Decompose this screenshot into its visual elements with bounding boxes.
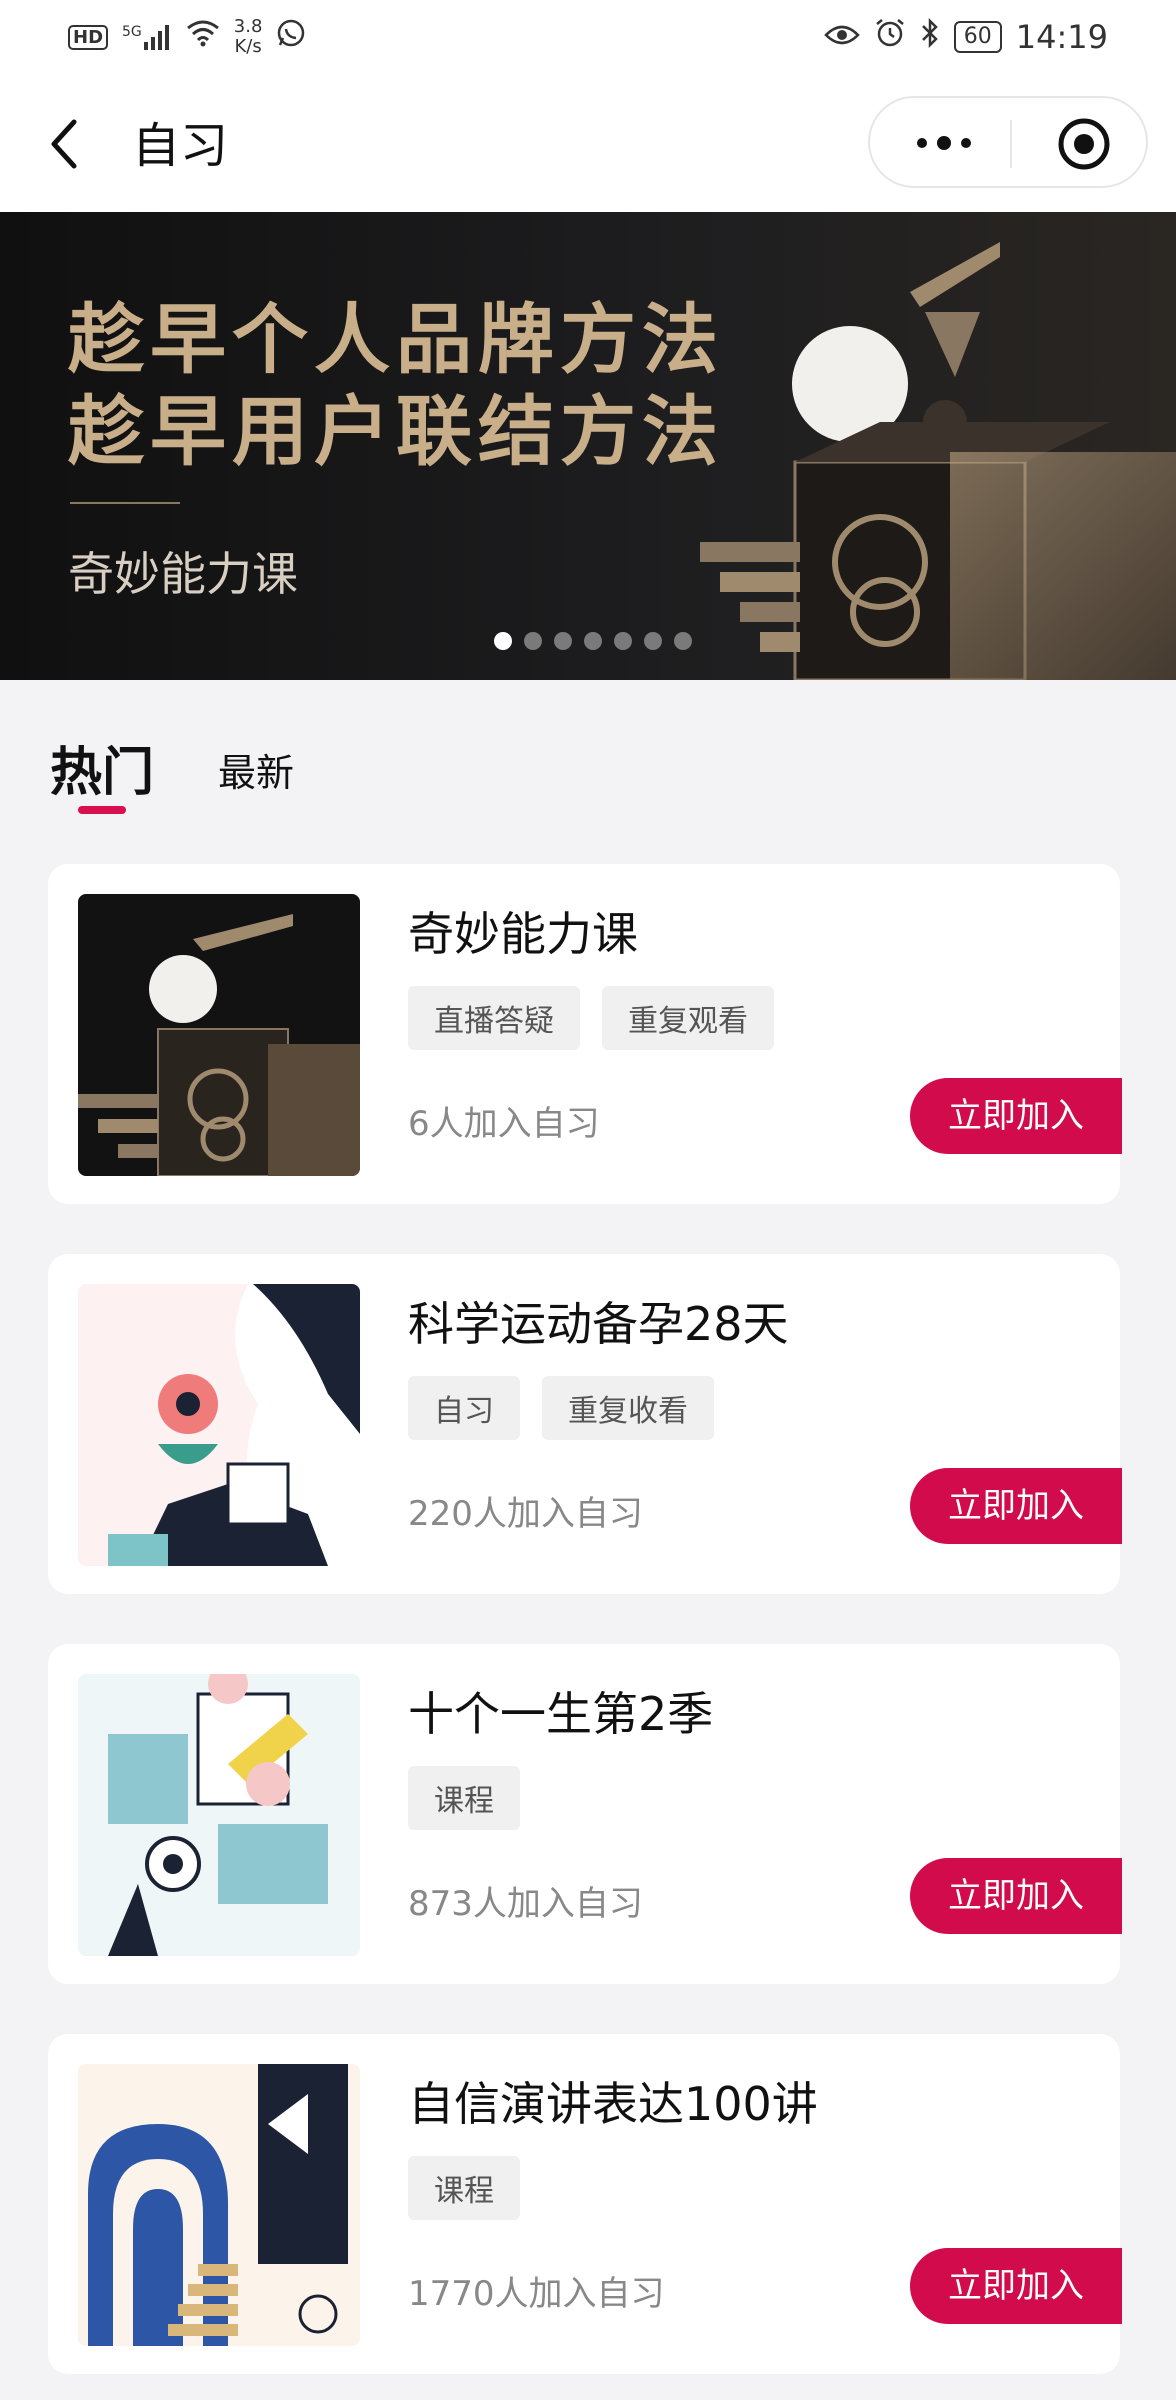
tab-bar: 热门 最新 xyxy=(50,730,650,820)
course-card[interactable]: 奇妙能力课 直播答疑 重复观看 6人加入自习 立即加入 xyxy=(48,864,1122,1204)
course-card[interactable]: 科学运动备孕28天 自习 重复收看 220人加入自习 立即加入 xyxy=(48,1254,1122,1594)
course-title: 自信演讲表达100讲 xyxy=(408,2077,818,2131)
tab-hot[interactable]: 热门 xyxy=(50,730,154,805)
course-tag: 直播答疑 xyxy=(408,986,580,1050)
status-right: 60 14:19 xyxy=(824,17,1108,57)
status-left: HD 5G 3.8 K/s xyxy=(68,17,306,57)
whatsapp-icon xyxy=(276,18,306,56)
join-button[interactable]: 立即加入 xyxy=(910,1468,1122,1544)
course-tags: 直播答疑 重复观看 xyxy=(408,986,774,1050)
banner-carousel[interactable]: 趁早个人品牌方法 趁早用户联结方法 奇妙能力课 xyxy=(0,212,1176,680)
hd-icon: HD xyxy=(68,24,109,50)
tab-latest[interactable]: 最新 xyxy=(218,742,294,797)
course-tags: 课程 xyxy=(408,1766,520,1830)
network-icon: 5G xyxy=(122,24,172,50)
carousel-dot[interactable] xyxy=(494,632,512,650)
course-title: 科学运动备孕28天 xyxy=(408,1297,789,1351)
join-button[interactable]: 立即加入 xyxy=(910,2248,1122,2324)
course-tag: 重复收看 xyxy=(542,1376,714,1440)
join-button[interactable]: 立即加入 xyxy=(910,1858,1122,1934)
course-tag: 重复观看 xyxy=(602,986,774,1050)
carousel-dot[interactable] xyxy=(614,632,632,650)
course-tag: 自习 xyxy=(408,1376,520,1440)
banner-headline: 趁早个人品牌方法 趁早用户联结方法 xyxy=(68,294,724,478)
carousel-indicator xyxy=(494,632,692,650)
banner-divider xyxy=(70,502,180,504)
course-title: 奇妙能力课 xyxy=(408,907,638,961)
course-thumbnail xyxy=(78,1674,360,1956)
status-bar: HD 5G 3.8 K/s 60 14:19 xyxy=(0,0,1176,74)
join-count: 220人加入自习 xyxy=(408,1494,643,1534)
net-speed-value: 3.8 xyxy=(233,16,263,37)
mini-program-capsule xyxy=(868,96,1148,188)
carousel-dot[interactable] xyxy=(644,632,662,650)
join-count: 6人加入自习 xyxy=(408,1104,600,1144)
eye-icon xyxy=(824,20,860,55)
course-thumbnail xyxy=(78,2064,360,2346)
course-card[interactable]: 十个一生第2季 课程 873人加入自习 立即加入 xyxy=(48,1644,1122,1984)
status-time: 14:19 xyxy=(1015,18,1108,56)
net-speed-unit: K/s xyxy=(234,36,262,57)
wifi-icon xyxy=(186,19,220,55)
more-options-icon[interactable] xyxy=(914,128,1014,158)
bluetooth-icon xyxy=(920,17,940,57)
join-count: 873人加入自习 xyxy=(408,1884,643,1924)
page-title: 自习 xyxy=(132,118,229,174)
course-tag: 课程 xyxy=(408,1766,520,1830)
course-thumbnail xyxy=(78,1284,360,1566)
course-tags: 自习 重复收看 xyxy=(408,1376,714,1440)
network-label: 5G xyxy=(122,24,142,40)
banner-headline-line2: 趁早用户联结方法 xyxy=(68,387,724,476)
alarm-icon xyxy=(874,17,906,57)
banner-subtitle: 奇妙能力课 xyxy=(68,547,298,601)
carousel-dot[interactable] xyxy=(584,632,602,650)
join-button[interactable]: 立即加入 xyxy=(910,1078,1122,1154)
back-arrow-icon[interactable] xyxy=(44,114,88,174)
banner-illustration xyxy=(700,242,1176,680)
net-speed: 3.8 K/s xyxy=(234,17,263,57)
nav-bar: 自习 xyxy=(0,74,1176,212)
course-title: 十个一生第2季 xyxy=(408,1687,714,1741)
carousel-dot[interactable] xyxy=(524,632,542,650)
carousel-dot[interactable] xyxy=(674,632,692,650)
close-mini-program-icon[interactable] xyxy=(1056,116,1112,172)
course-card[interactable]: 自信演讲表达100讲 课程 1770人加入自习 立即加入 xyxy=(48,2034,1122,2374)
join-count: 1770人加入自习 xyxy=(408,2274,665,2314)
course-thumbnail xyxy=(78,894,360,1176)
course-tags: 课程 xyxy=(408,2156,520,2220)
capsule-divider xyxy=(1010,120,1012,168)
course-tag: 课程 xyxy=(408,2156,520,2220)
battery-icon: 60 xyxy=(953,21,1002,53)
carousel-dot[interactable] xyxy=(554,632,572,650)
active-tab-indicator xyxy=(78,806,126,814)
banner-headline-line1: 趁早个人品牌方法 xyxy=(68,295,724,384)
